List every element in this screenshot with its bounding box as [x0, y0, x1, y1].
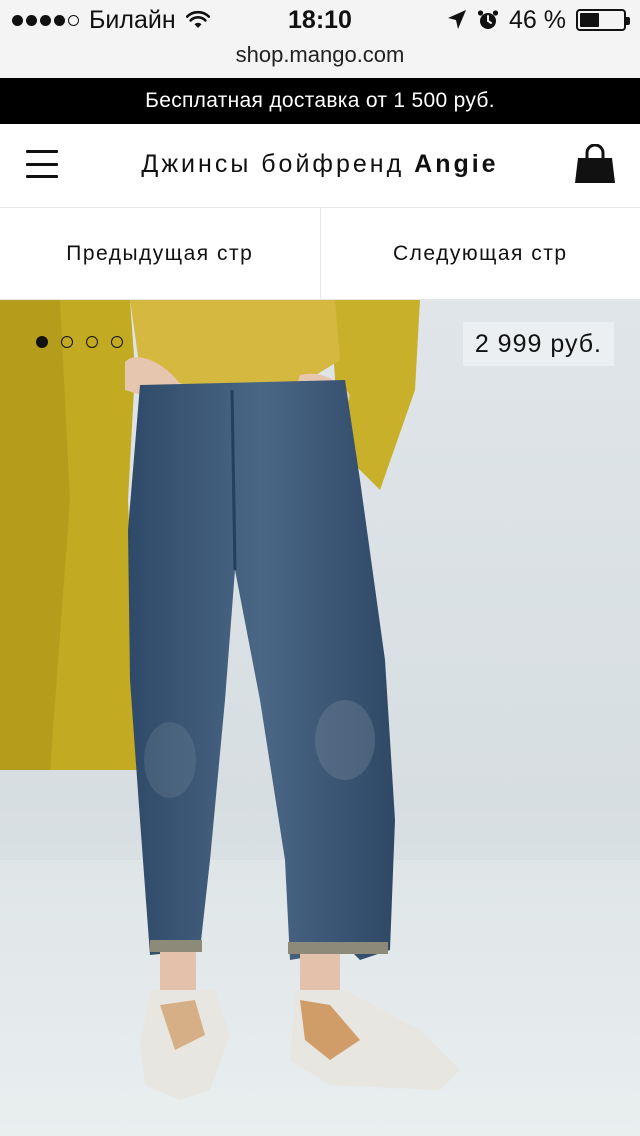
battery-icon [576, 9, 630, 31]
menu-line [26, 175, 58, 178]
promo-text: Бесплатная доставка от 1 500 руб. [145, 89, 495, 112]
product-photo [0, 300, 640, 1136]
site-header: Джинсы бойфренд Angie [0, 124, 640, 208]
page-title-prefix: Джинсы бойфренд [141, 150, 415, 178]
carousel-dot[interactable] [36, 336, 48, 348]
status-bar-left: Билайн [12, 6, 210, 34]
carousel-dot[interactable] [61, 336, 73, 348]
product-pager: Предыдущая стр Следующая стр [0, 208, 640, 300]
signal-dot [12, 14, 23, 26]
promo-banner: Бесплатная доставка от 1 500 руб. [0, 78, 640, 124]
carousel-dot[interactable] [86, 336, 98, 348]
next-page-button[interactable]: Следующая стр [319, 208, 640, 299]
status-bar-right: 46 % [447, 5, 630, 34]
wifi-icon [185, 10, 210, 28]
page-title-name: Angie [414, 150, 499, 178]
battery-percent: 46 % [509, 5, 566, 34]
status-bar: Билайн 18:10 46 % [0, 0, 640, 40]
location-arrow-icon [448, 10, 467, 29]
alarm-clock-icon [477, 10, 499, 29]
carousel-indicators[interactable] [36, 336, 123, 348]
shopping-bag-icon[interactable] [574, 144, 616, 184]
price-tag: 2 999 руб. [462, 322, 614, 366]
previous-page-button[interactable]: Предыдущая стр [0, 208, 320, 299]
signal-dot [40, 14, 51, 26]
hamburger-menu-icon[interactable] [26, 150, 58, 178]
battery-level [580, 13, 600, 27]
product-gallery[interactable]: 2 999 руб. [0, 300, 640, 1136]
signal-dot [68, 14, 79, 26]
carrier-name: Билайн [89, 5, 176, 34]
signal-strength-icon [12, 14, 79, 26]
address-bar[interactable]: shop.mango.com [0, 40, 640, 78]
signal-dot [26, 14, 37, 26]
menu-line [26, 150, 58, 153]
page-title: Джинсы бойфренд Angie [0, 150, 640, 179]
url-text[interactable]: shop.mango.com [236, 42, 405, 67]
carousel-dot[interactable] [111, 336, 123, 348]
signal-dot [54, 14, 65, 26]
menu-line [26, 162, 58, 166]
